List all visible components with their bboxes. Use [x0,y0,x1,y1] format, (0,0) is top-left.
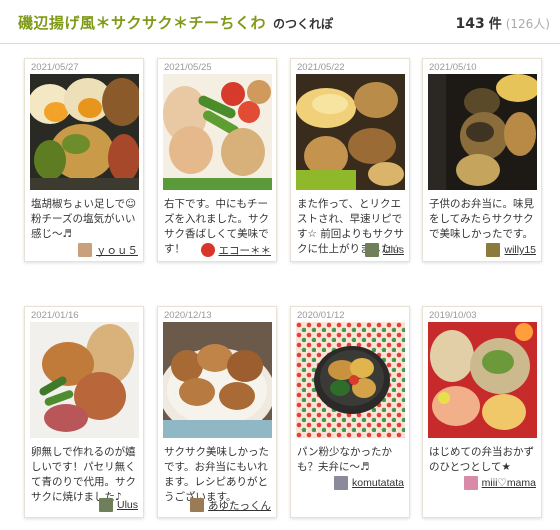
report-author[interactable]: Ulus [364,242,404,258]
report-comment: 子供のお弁当に。味見をしてみたらサクサクで美味しかったです。 [429,198,534,240]
report-card[interactable]: 2019/10/03 はじめての弁当おかずのひとつとして★ miii♡mama [422,306,542,518]
author-name-link[interactable]: ｙｏｕ５ [96,243,138,258]
avatar[interactable] [98,498,113,512]
report-card[interactable]: 2020/12/13 サクサク美味しかったです。お弁当にもいれます。レシピありが… [157,306,277,518]
author-name-link[interactable]: あゆたっくん [208,498,271,513]
author-name-link[interactable]: エコー＊＊ [219,243,272,258]
report-date: 2021/05/22 [297,62,345,73]
report-comment: パン粉少なかったかも？夫弁に〜♬ [297,446,393,473]
author-name-link[interactable]: miii♡mama [482,477,536,489]
report-comment: 卵無しで作れるのが嬉しいです！パセリ無くて青のりで代用。サクサクに焼けました♪ [31,446,136,503]
report-author[interactable]: あゆたっくん [190,497,271,513]
photo-bento-dark[interactable] [428,74,537,190]
photo-bento-egg[interactable] [30,74,139,190]
report-author[interactable]: miii♡mama [463,475,536,491]
report-author[interactable]: Ulus [98,497,138,513]
author-name-link[interactable]: Ulus [383,244,404,256]
avatar[interactable] [334,476,349,490]
avatar[interactable] [364,243,379,257]
report-date: 2020/01/12 [297,310,345,321]
report-comment: サクサク美味しかったです。お弁当にもいれます。レシピありがとうございます。 [164,446,269,503]
report-author[interactable]: ｙｏｕ５ [78,242,138,258]
report-author[interactable]: willy15 [486,242,536,258]
report-card[interactable]: 2021/01/16 卵無しで作れるのが嬉しいです！パセリ無くて青のりで代用。サ… [24,306,144,518]
report-date: 2021/01/16 [31,310,79,321]
photo-bento-dots[interactable] [296,322,405,438]
report-card[interactable]: 2021/05/10 子供のお弁当に。味見をしてみたらサクサクで美味しかったです… [422,58,542,262]
author-name-link[interactable]: komutatata [352,477,404,489]
report-comment: 塩胡椒ちょい足しで☺粉チーズの塩気がいい感じ〜♬ [31,198,137,240]
report-card[interactable]: 2021/05/27 塩胡椒ちょい足しで☺粉チーズの塩気がいい感じ〜♬ ｙｏｕ５ [24,58,144,262]
report-date: 2021/05/25 [164,62,212,73]
report-date: 2021/05/27 [31,62,79,73]
avatar[interactable] [486,243,501,257]
avatar[interactable] [78,243,92,257]
report-date: 2021/05/10 [429,62,477,73]
report-grid: 2021/05/27 塩胡椒ちょい足しで☺粉チーズの塩気がいい感じ〜♬ ｙｏｕ５ [0,0,560,530]
photo-plate-chikuwa[interactable] [163,322,272,438]
report-author[interactable]: エコー＊＊ [200,242,272,258]
report-comment: はじめての弁当おかずのひとつとして★ [429,446,534,473]
author-name-link[interactable]: Ulus [117,499,138,511]
avatar[interactable] [200,243,215,257]
avatar[interactable] [463,476,478,490]
report-date: 2020/12/13 [164,310,212,321]
author-name-link[interactable]: willy15 [504,244,536,256]
report-card[interactable]: 2021/05/22 また作って、とリクエストされ、早速リピです☆ 前回よりもサ… [290,58,410,262]
photo-bento-fried[interactable] [30,322,139,438]
photo-bento-red[interactable] [428,322,537,438]
report-date: 2019/10/03 [429,310,477,321]
avatar[interactable] [190,498,204,512]
photo-bento-yellow[interactable] [296,74,405,190]
photo-bento-peas[interactable] [163,74,272,190]
report-card[interactable]: 2021/05/25 右下です。中にもチーズを入れました。サクサク香ばしくて美味… [157,58,277,262]
report-author[interactable]: komutatata [334,475,404,491]
report-card[interactable]: 2020/01/12 パン粉少なかったかも？夫弁に〜♬ komutatata [290,306,410,518]
